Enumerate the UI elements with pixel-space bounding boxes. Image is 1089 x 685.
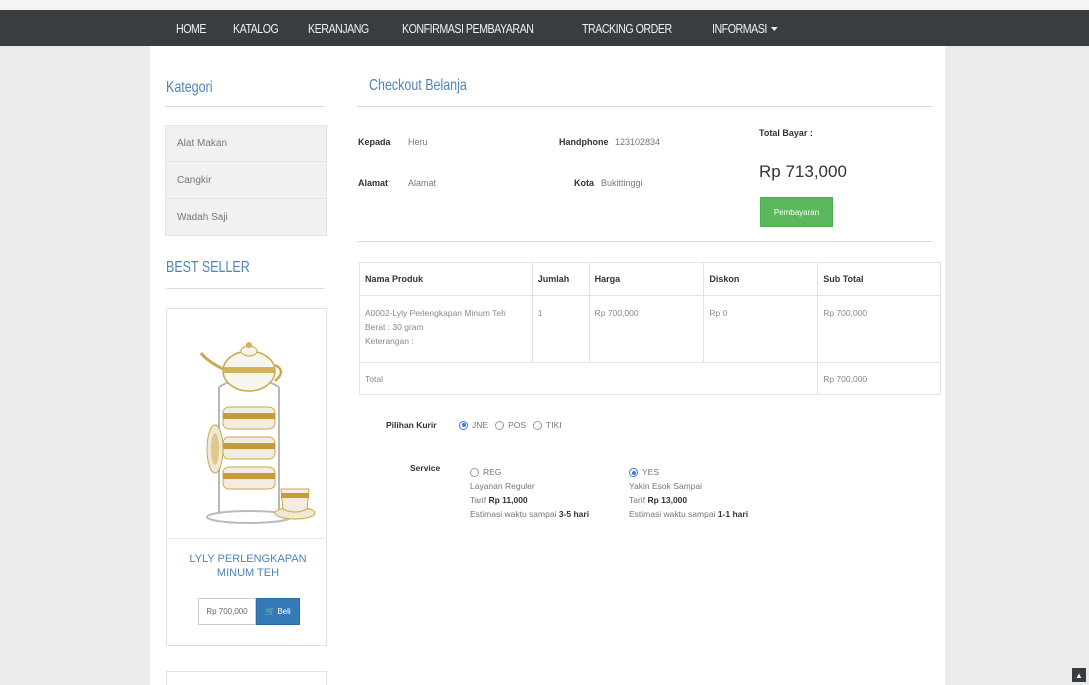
service-option-reg[interactable]: REG Layanan Reguler Tarif Rp 11,000 Esti… (470, 465, 589, 521)
total-bayar-value: Rp 713,000 (759, 162, 847, 181)
nav-informasi-label: INFORMASI (711, 20, 767, 36)
category-list: Alat Makan Cangkir Wadah Saji (165, 125, 327, 236)
product-name[interactable]: LYLY PERLENGKAPAN MINUM TEH (173, 552, 323, 580)
total-label-cell: Total (358, 362, 819, 395)
col-harga: Harga (588, 262, 705, 296)
tea-set-image[interactable] (179, 329, 317, 529)
next-product-card (166, 671, 327, 685)
col-jumlah: Jumlah (531, 262, 590, 296)
courier-option-pos[interactable]: POS (495, 420, 526, 430)
category-title: Kategori (166, 79, 213, 96)
col-diskon: Diskon (703, 262, 819, 296)
kota-value: Bukittinggi (601, 178, 643, 188)
radio-icon[interactable] (533, 420, 543, 430)
service-reg-radio-row[interactable]: REG (470, 465, 589, 479)
col-sub-total: Sub Total (817, 262, 941, 296)
nav-home[interactable]: HOME (176, 21, 207, 36)
service-yes-code: YES (642, 467, 660, 477)
product-card: LYLY PERLENGKAPAN MINUM TEH Rp 700,000 🛒… (166, 308, 327, 646)
alamat-value: Alamat (408, 178, 437, 188)
service-reg-estimate-line: Estimasi waktu sampai 3-5 hari (470, 507, 589, 521)
courier-jne-label: JNE (472, 420, 489, 430)
cell-subtotal: Rp 700,000 (817, 295, 941, 363)
checkout-title: Checkout Belanja (369, 77, 467, 94)
nav-tracking-order[interactable]: TRACKING ORDER (582, 21, 672, 36)
left-gutter (0, 46, 150, 685)
product-note: Keterangan : (365, 336, 414, 346)
handphone-label: Handphone (559, 137, 609, 147)
category-item-wadah-saji[interactable]: Wadah Saji (165, 199, 327, 236)
service-reg-code: REG (483, 467, 502, 477)
tarif-prefix: Tarif (470, 495, 487, 505)
kepada-label: Kepada (358, 137, 391, 147)
right-gutter (945, 46, 1089, 685)
service-reg-estimate: 3-5 hari (558, 509, 590, 519)
cell-price: Rp 700,000 (588, 295, 705, 363)
scroll-top-button[interactable]: ▲ (1072, 668, 1086, 682)
total-value-cell: Rp 700,000 (817, 362, 941, 395)
table-total-row: Total Rp 700,000 (358, 362, 941, 395)
checkout-title-rule (357, 106, 933, 107)
cell-product: A0002-Lyly Perlengkapan Minum Teh Berat … (359, 295, 533, 363)
service-yes-estimate-line: Estimasi waktu sampai 1-1 hari (629, 507, 748, 521)
service-reg-name: Layanan Reguler (470, 481, 535, 491)
nav-konfirmasi-pembayaran[interactable]: KONFIRMASI PEMBAYARAN (402, 21, 534, 36)
nav-menu: HOME KATALOG KERANJANG KONFIRMASI PEMBAY… (176, 10, 811, 46)
table-header-row: Nama Produk Jumlah Harga Diskon Sub Tota… (359, 262, 941, 296)
service-yes-tarif: Rp 13,000 (647, 495, 688, 505)
courier-options: JNE POS TIKI (459, 420, 569, 430)
alamat-label: Alamat (358, 178, 389, 188)
kepada-value: Heru (408, 137, 428, 147)
service-yes-name: Yakin Esok Sampai (629, 481, 703, 491)
chevron-up-icon: ▲ (1075, 670, 1083, 680)
handphone-value: 123102834 (615, 137, 661, 147)
table-row: A0002-Lyly Perlengkapan Minum Teh Berat … (359, 295, 941, 363)
kota-label: Kota (574, 178, 594, 188)
top-navbar: HOME KATALOG KERANJANG KONFIRMASI PEMBAY… (0, 10, 1089, 46)
card-divider (168, 538, 327, 539)
estimate-prefix: Estimasi waktu sampai (470, 509, 557, 519)
courier-tiki-label: TIKI (546, 420, 562, 430)
service-yes-tarif-line: Tarif Rp 13,000 (629, 493, 748, 507)
cart-icon: 🛒 (265, 607, 276, 616)
estimate-prefix: Estimasi waktu sampai (629, 509, 716, 519)
product-code-name: A0002-Lyly Perlengkapan Minum Teh (365, 308, 506, 318)
product-weight: Berat : 30 gram (365, 322, 424, 332)
tarif-prefix: Tarif (629, 495, 646, 505)
service-option-yes[interactable]: YES Yakin Esok Sampai Tarif Rp 13,000 Es… (629, 465, 748, 521)
radio-selected-icon[interactable] (629, 468, 638, 478)
total-bayar-label: Total Bayar : (759, 128, 813, 138)
top-strip (0, 0, 1089, 10)
radio-icon[interactable] (470, 468, 479, 478)
radio-selected-icon[interactable] (459, 420, 468, 430)
nav-katalog[interactable]: KATALOG (233, 21, 279, 36)
best-seller-rule (165, 288, 325, 289)
service-label: Service (410, 463, 441, 473)
product-price: Rp 700,000 (198, 598, 256, 625)
courier-pos-label: POS (508, 420, 527, 430)
cell-discount: Rp 0 (703, 295, 819, 363)
service-yes-radio-row[interactable]: YES (629, 465, 748, 479)
service-reg-tarif-line: Tarif Rp 11,000 (470, 493, 589, 507)
category-title-rule (165, 106, 325, 107)
courier-option-tiki[interactable]: TIKI (533, 420, 562, 430)
cart-table: Nama Produk Jumlah Harga Diskon Sub Tota… (358, 262, 941, 395)
pembayaran-button[interactable]: Pembayaran (760, 197, 833, 227)
service-reg-tarif: Rp 11,000 (488, 495, 528, 505)
radio-icon[interactable] (495, 420, 505, 430)
cell-qty: 1 (531, 295, 590, 363)
buy-button[interactable]: 🛒 Beli (256, 598, 300, 625)
caret-down-icon (770, 27, 778, 32)
category-item-cangkir[interactable]: Cangkir (165, 162, 327, 199)
col-nama-produk: Nama Produk (359, 262, 533, 296)
courier-option-jne[interactable]: JNE (459, 420, 488, 430)
category-item-alat-makan[interactable]: Alat Makan (165, 125, 327, 162)
nav-keranjang[interactable]: KERANJANG (308, 21, 369, 36)
summary-rule (357, 241, 933, 242)
best-seller-title: BEST SELLER (166, 259, 250, 276)
nav-informasi-dropdown[interactable]: INFORMASI (711, 20, 778, 36)
courier-label: Pilihan Kurir (386, 420, 437, 430)
service-yes-estimate: 1-1 hari (717, 509, 749, 519)
buy-button-label: Beli (277, 607, 291, 616)
